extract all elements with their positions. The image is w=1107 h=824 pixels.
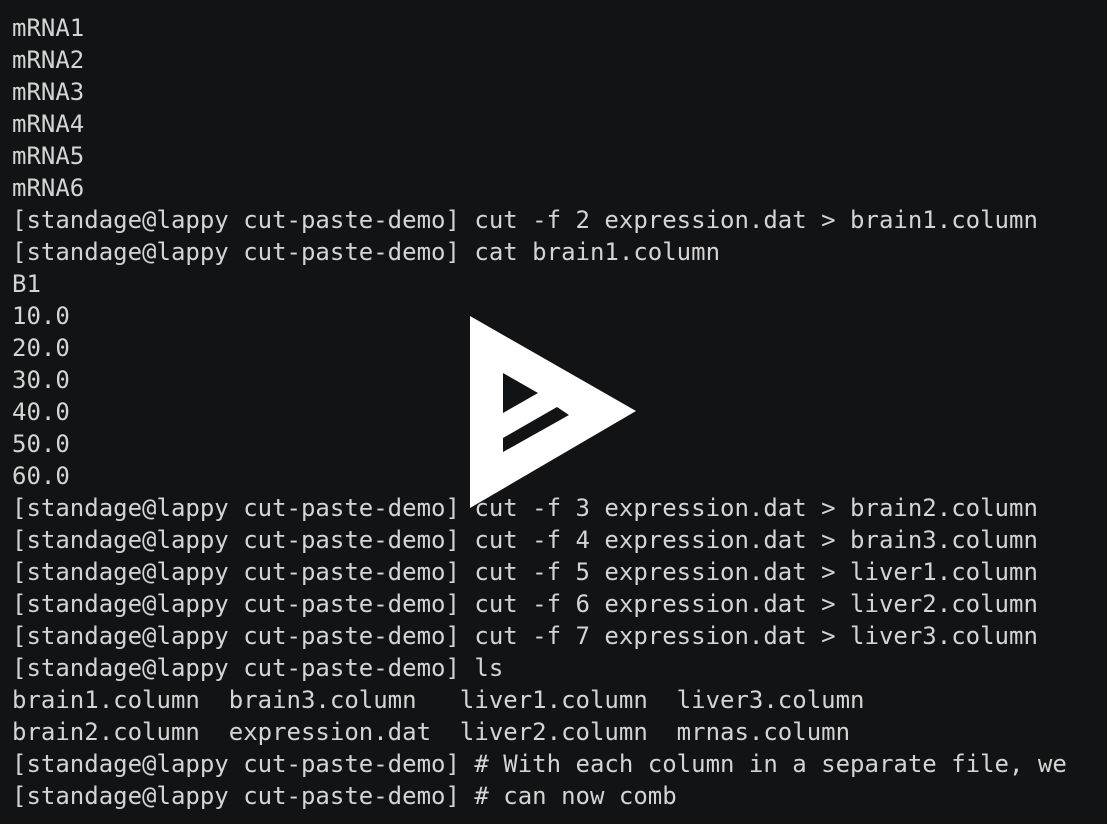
terminal-line: mRNA3	[12, 78, 85, 106]
terminal-line: mRNA5	[12, 142, 85, 170]
terminal-line: [standage@lappy cut-paste-demo] cut -f 6…	[12, 590, 1038, 618]
terminal-line: B1	[12, 270, 41, 298]
terminal-line: [standage@lappy cut-paste-demo] cat brai…	[12, 238, 721, 266]
terminal-line: brain1.column brain3.column liver1.colum…	[12, 686, 865, 714]
terminal-line: mRNA6	[12, 174, 85, 202]
terminal-line: [standage@lappy cut-paste-demo] cut -f 2…	[12, 206, 1038, 234]
terminal-line: [standage@lappy cut-paste-demo] # can no…	[12, 782, 677, 810]
terminal-line: [standage@lappy cut-paste-demo] ls	[12, 654, 504, 682]
terminal-line: mRNA1	[12, 14, 85, 42]
terminal-line: mRNA4	[12, 110, 85, 138]
play-button[interactable]	[468, 314, 640, 510]
terminal-line: [standage@lappy cut-paste-demo] cut -f 4…	[12, 526, 1038, 554]
terminal-line: mRNA2	[12, 46, 85, 74]
terminal-line: [standage@lappy cut-paste-demo] # With e…	[12, 750, 1067, 778]
asciinema-play-icon	[470, 316, 636, 508]
terminal-line: [standage@lappy cut-paste-demo] cut -f 5…	[12, 558, 1038, 586]
terminal-line: brain2.column expression.dat liver2.colu…	[12, 718, 851, 746]
terminal-line: [standage@lappy cut-paste-demo] cut -f 7…	[12, 622, 1038, 650]
